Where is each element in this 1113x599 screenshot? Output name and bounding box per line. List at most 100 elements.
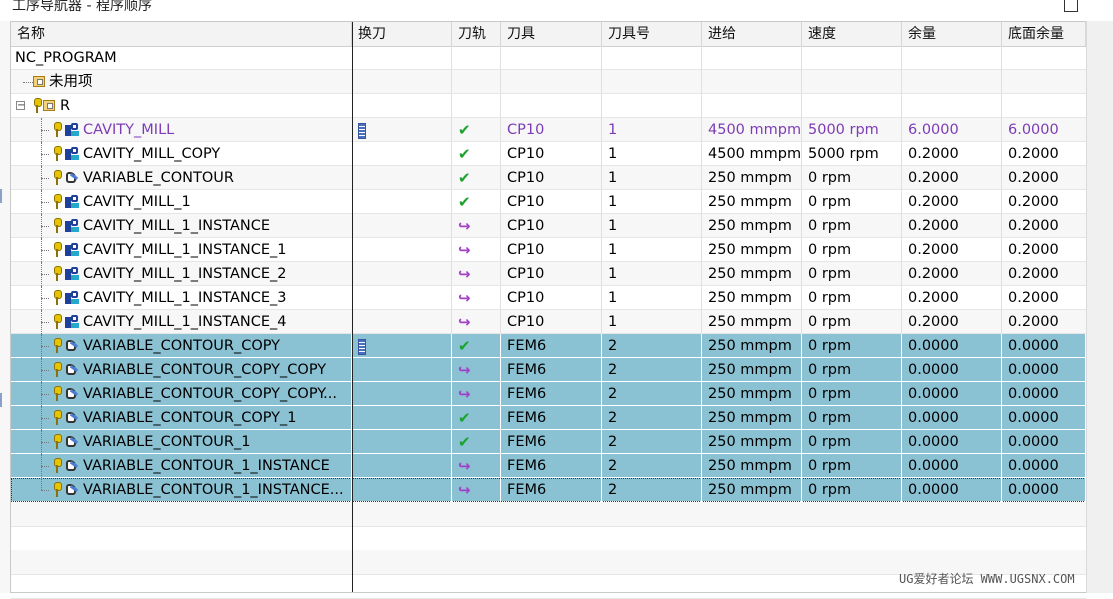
icon-part bbox=[71, 299, 79, 304]
header-floor-stock[interactable]: 底面余量 bbox=[1002, 22, 1086, 46]
collapse-toggle-icon[interactable]: − bbox=[16, 101, 25, 111]
path-regenerate-icon: ↪ bbox=[458, 457, 471, 475]
key-stem bbox=[56, 225, 58, 233]
operation-row[interactable]: CAVITY_MILL_1_INSTANCE ↪ CP10 1 250 mmpm 0 rp… bbox=[11, 214, 1086, 238]
operation-name-cell: VARIABLE_CONTOUR_1_INSTANCE... bbox=[11, 478, 352, 502]
operation-row[interactable]: VARIABLE_CONTOUR_COPY_COPY... ↪ FEM6 2 250 m… bbox=[11, 382, 1086, 406]
tool-change-cell bbox=[352, 118, 452, 142]
icon-part bbox=[71, 195, 78, 202]
operation-name: CAVITY_MILL_1_INSTANCE_1 bbox=[83, 242, 287, 258]
tool-path-cell: ✔ bbox=[452, 190, 501, 214]
operation-name-cell: VARIABLE_CONTOUR_1 bbox=[11, 430, 352, 454]
mill-op-icon bbox=[65, 243, 79, 257]
tree-row-unused[interactable]: 未用项 bbox=[11, 70, 1086, 94]
header-stock[interactable]: 余量 bbox=[902, 22, 1002, 46]
key-icon bbox=[53, 170, 62, 185]
operation-row[interactable]: CAVITY_MILL_1_INSTANCE_1 ↪ CP10 1 250 mmpm 0 … bbox=[11, 238, 1086, 262]
path-regenerate-icon: ↪ bbox=[458, 217, 471, 235]
vertical-scrollbar[interactable] bbox=[1086, 21, 1113, 593]
tool-cell: CP10 bbox=[501, 238, 602, 262]
header-tool[interactable]: 刀具 bbox=[501, 22, 602, 46]
operation-row[interactable]: VARIABLE_CONTOUR_1_INSTANCE ↪ FEM6 2 250 mmp… bbox=[11, 454, 1086, 478]
key-icon bbox=[53, 146, 62, 161]
tree-row-program[interactable]: − R bbox=[11, 94, 1086, 118]
key-icon bbox=[53, 266, 62, 281]
operation-row[interactable]: VARIABLE_CONTOUR_COPY ✔ FEM6 2 250 mmpm 0 rpm… bbox=[11, 334, 1086, 358]
tool-number-cell: 1 bbox=[602, 238, 702, 262]
operation-row[interactable]: CAVITY_MILL_1_INSTANCE_4 ↪ CP10 1 250 mmpm 0 … bbox=[11, 310, 1086, 334]
path-ok-icon: ✔ bbox=[458, 337, 471, 355]
operation-row[interactable]: VARIABLE_CONTOUR ✔ CP10 1 250 mmpm 0 rpm 0.200… bbox=[11, 166, 1086, 190]
operation-name-cell: CAVITY_MILL_1 bbox=[11, 190, 352, 214]
tool-change-icon bbox=[358, 123, 366, 139]
contour-op-icon bbox=[65, 339, 79, 353]
header-speed[interactable]: 速度 bbox=[802, 22, 902, 46]
tool-change-cell bbox=[352, 406, 452, 430]
stock-cell: 0.0000 bbox=[902, 358, 1002, 382]
speed-cell: 0 rpm bbox=[802, 382, 902, 406]
tool-cell: CP10 bbox=[501, 118, 602, 142]
key-stem bbox=[56, 273, 58, 281]
speed-cell: 5000 rpm bbox=[802, 142, 902, 166]
empty-cell bbox=[602, 94, 702, 118]
icon-part bbox=[71, 275, 79, 280]
path-regenerate-icon: ↪ bbox=[458, 313, 471, 331]
tree-row-root[interactable]: NC_PROGRAM bbox=[11, 46, 1086, 70]
empty-cell bbox=[352, 94, 452, 118]
key-stem bbox=[56, 153, 58, 161]
key-icon bbox=[53, 482, 62, 497]
tool-cell: CP10 bbox=[501, 214, 602, 238]
left-edge bbox=[0, 21, 10, 593]
speed-cell: 0 rpm bbox=[802, 358, 902, 382]
header-feed[interactable]: 进给 bbox=[702, 22, 802, 46]
tool-cell: CP10 bbox=[501, 310, 602, 334]
operation-row[interactable]: CAVITY_MILL_1_INSTANCE_2 ↪ CP10 1 250 mmpm 0 … bbox=[11, 262, 1086, 286]
icon-part bbox=[71, 291, 78, 298]
operation-row[interactable]: CAVITY_MILL_1_INSTANCE_3 ↪ CP10 1 250 mmpm 0 … bbox=[11, 286, 1086, 310]
tool-cell: FEM6 bbox=[501, 430, 602, 454]
key-icon bbox=[53, 242, 62, 257]
contour-op-icon bbox=[65, 387, 79, 401]
key-icon bbox=[53, 410, 62, 425]
operation-row[interactable]: VARIABLE_CONTOUR_1 ✔ FEM6 2 250 mmpm 0 rpm 0.0… bbox=[11, 430, 1086, 454]
operation-row[interactable]: CAVITY_MILL ✔ CP10 1 4500 mmpm 5000 rpm 6.0000… bbox=[11, 118, 1086, 142]
tool-number-cell: 2 bbox=[602, 382, 702, 406]
tool-number-cell: 1 bbox=[602, 118, 702, 142]
mill-op-icon bbox=[65, 267, 79, 281]
operation-name-cell: CAVITY_MILL_1_INSTANCE_1 bbox=[11, 238, 352, 262]
operation-row[interactable]: VARIABLE_CONTOUR_1_INSTANCE... ↪ FEM6 2 250 … bbox=[11, 478, 1086, 502]
floor-stock-cell: 0.2000 bbox=[1008, 170, 1059, 186]
path-regenerate-icon: ↪ bbox=[458, 265, 471, 283]
tool-change-icon bbox=[358, 339, 366, 355]
empty-cell bbox=[702, 94, 802, 118]
header-tool-number[interactable]: 刀具号 bbox=[602, 22, 702, 46]
header-tool-path[interactable]: 刀轨 bbox=[452, 22, 501, 46]
path-regenerate-icon: ↪ bbox=[458, 241, 471, 259]
operation-name-cell: CAVITY_MILL_COPY bbox=[11, 142, 352, 166]
key-icon bbox=[53, 122, 62, 137]
empty-cell bbox=[902, 70, 1002, 94]
operation-row[interactable]: CAVITY_MILL_1 ✔ CP10 1 250 mmpm 0 rpm 0.2000 0.… bbox=[11, 190, 1086, 214]
program-label: R bbox=[60, 98, 71, 114]
header-name[interactable]: 名称 bbox=[11, 22, 352, 46]
tool-path-cell: ✔ bbox=[452, 334, 501, 358]
tool-change-cell bbox=[352, 454, 452, 478]
operation-row[interactable]: VARIABLE_CONTOUR_COPY_1 ✔ FEM6 2 250 mmpm 0 r… bbox=[11, 406, 1086, 430]
tool-change-cell bbox=[352, 190, 452, 214]
header-tool-change[interactable]: 换刀 bbox=[352, 22, 452, 46]
operation-navigator-grid[interactable]: 名称 换刀 刀轨 刀具 刀具号 进给 速度 余量 底面余量 NC_PROGRAM 未用项 − R CAV… bbox=[10, 21, 1087, 599]
key-stem bbox=[56, 297, 58, 305]
tool-number-cell: 2 bbox=[602, 334, 702, 358]
operation-row[interactable]: CAVITY_MILL_COPY ✔ CP10 1 4500 mmpm 5000 rpm 0… bbox=[11, 142, 1086, 166]
feed-cell: 250 mmpm bbox=[702, 286, 802, 310]
key-stem bbox=[56, 129, 58, 137]
maximize-button[interactable] bbox=[1064, 0, 1078, 12]
floor-stock-cell: 0.2000 bbox=[1008, 290, 1059, 306]
tool-change-cell bbox=[352, 430, 452, 454]
operation-row[interactable]: VARIABLE_CONTOUR_COPY_COPY ↪ FEM6 2 250 mmpm… bbox=[11, 358, 1086, 382]
mill-op-icon bbox=[65, 291, 79, 305]
floor-stock-cell: 0.0000 bbox=[1002, 334, 1086, 358]
key-icon bbox=[53, 434, 62, 449]
mill-op-icon bbox=[65, 123, 79, 137]
stock-cell: 0.2000 bbox=[902, 214, 1002, 238]
